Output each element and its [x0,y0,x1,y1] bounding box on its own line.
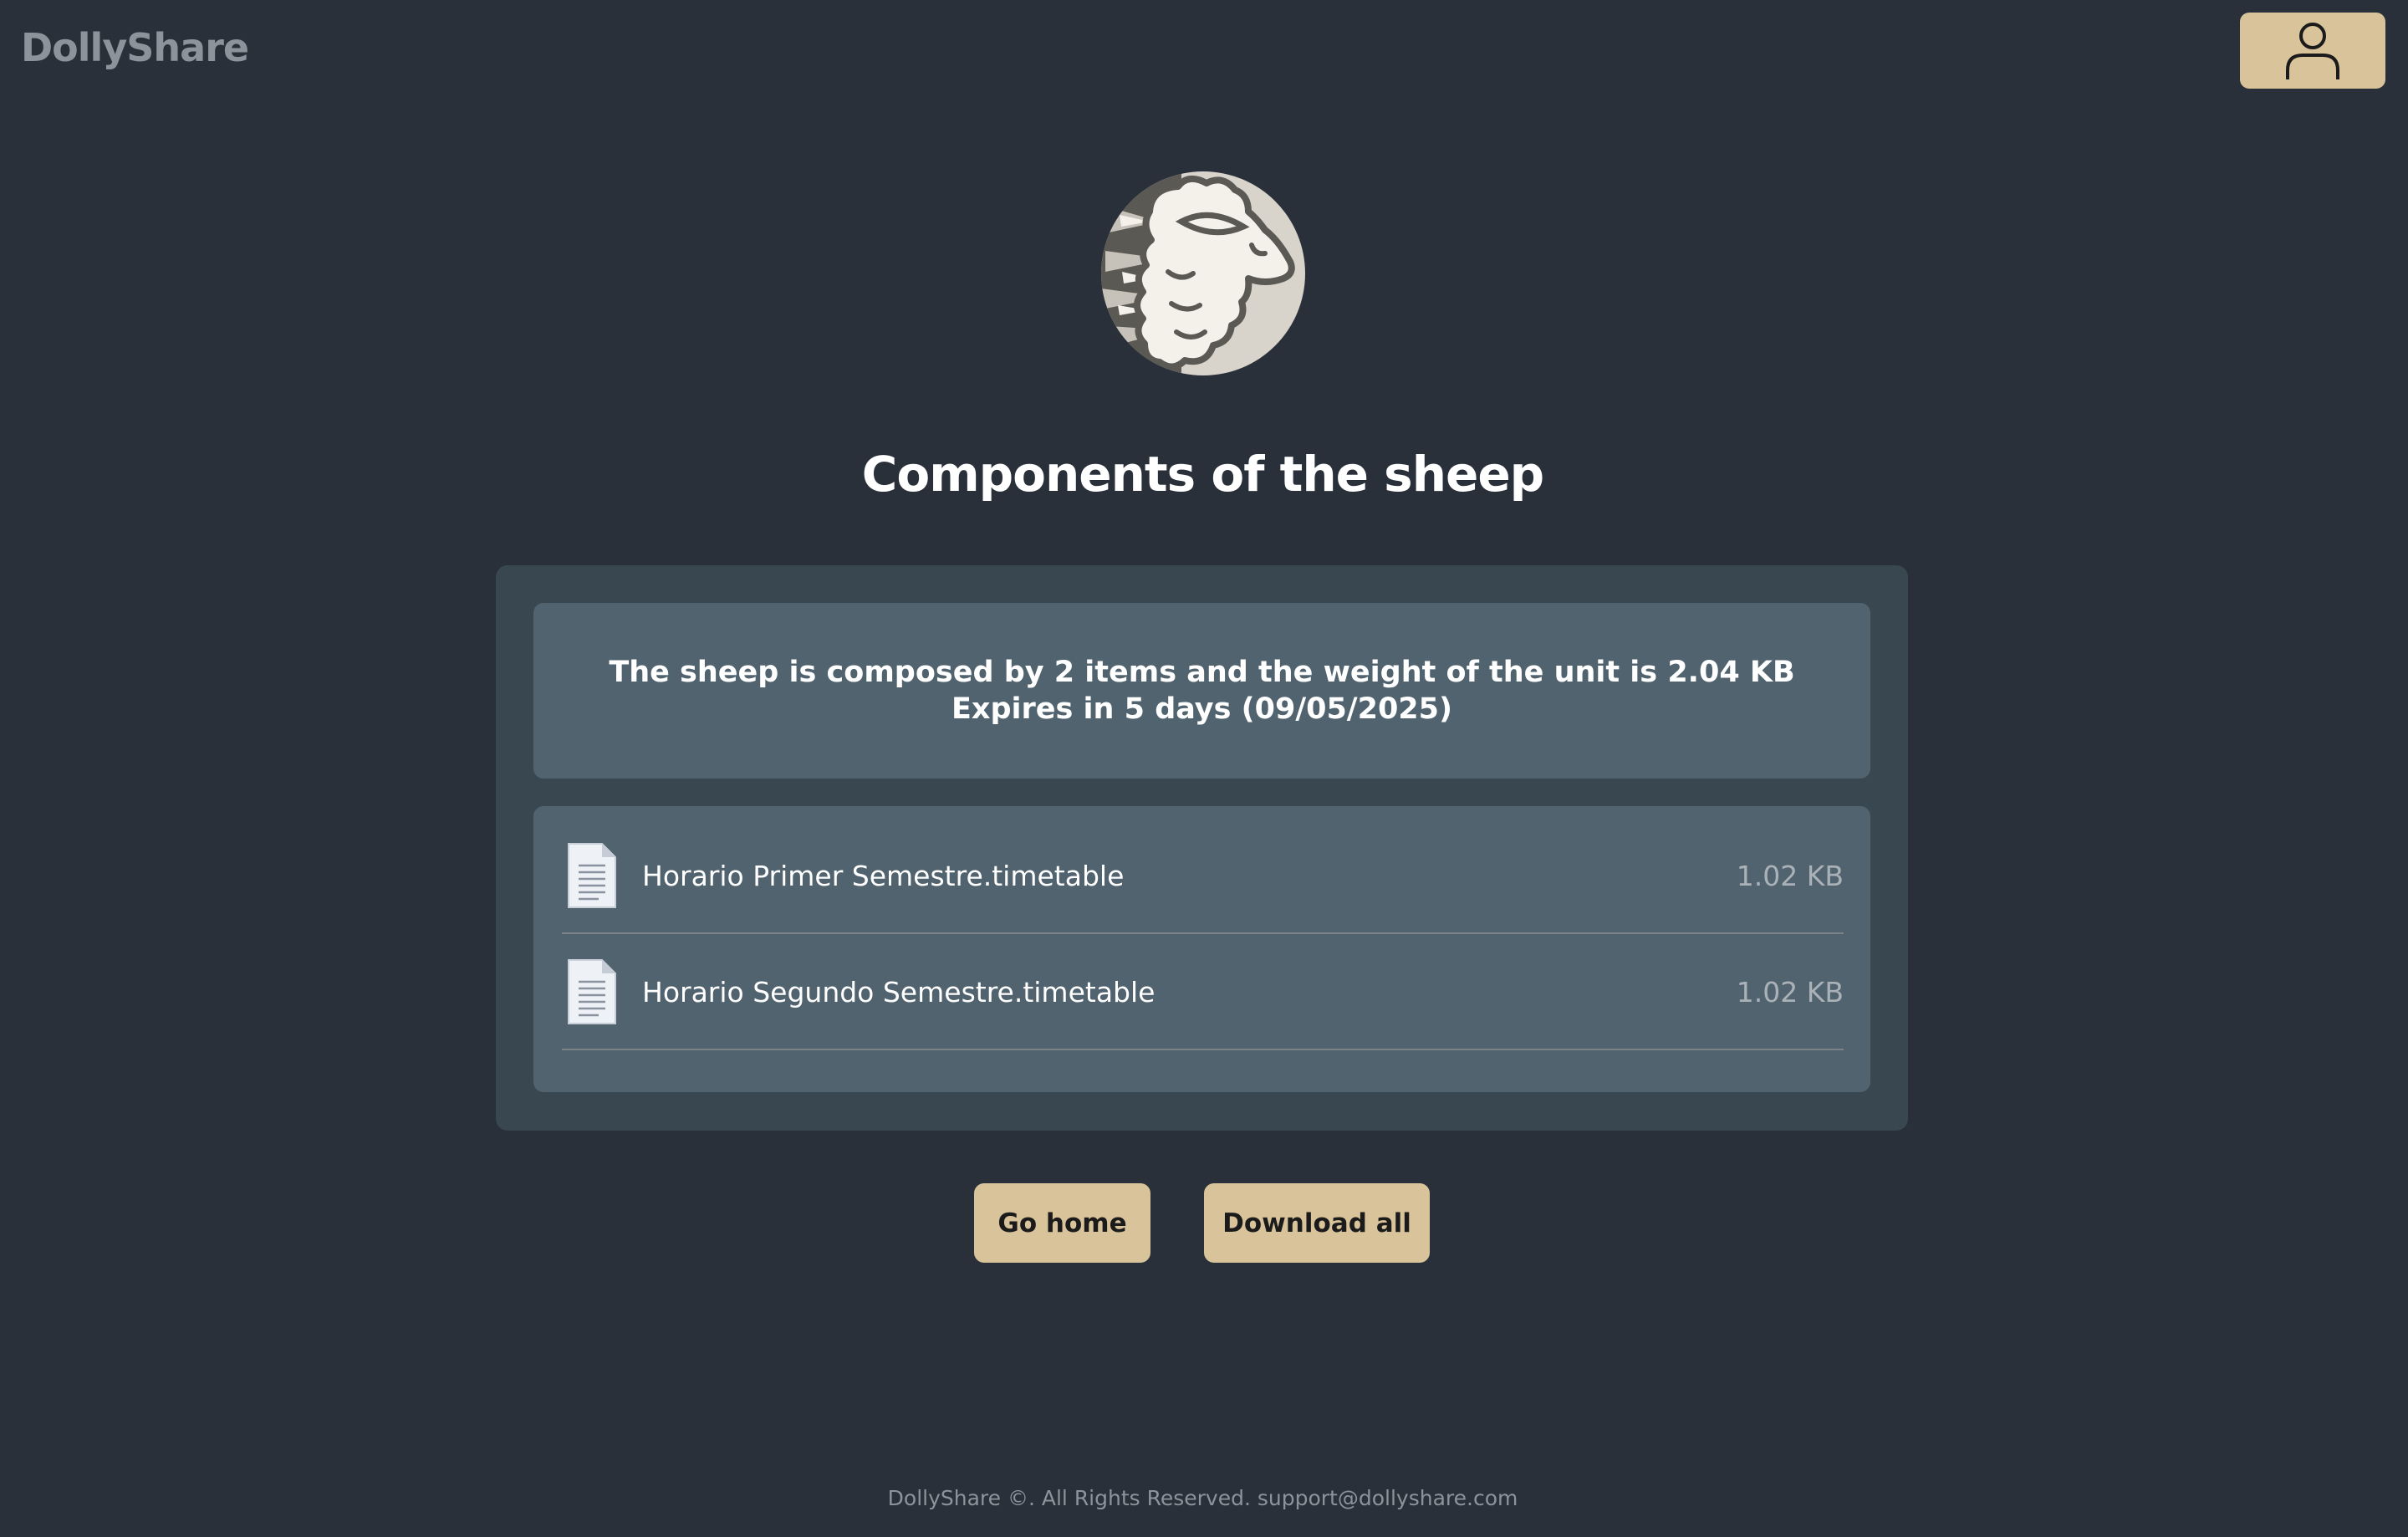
summary-card: The sheep is composed by 2 items and the… [533,603,1870,779]
footer-text: DollyShare ©. All Rights Reserved. suppo… [887,1486,1518,1510]
sheep-logo-icon [1101,171,1305,375]
go-home-button[interactable]: Go home [974,1183,1150,1263]
file-list: Horario Primer Semestre.timetable 1.02 K… [533,806,1870,1092]
file-list-item[interactable]: Horario Segundo Semestre.timetable 1.02 … [562,935,1844,1050]
file-name: Horario Primer Semestre.timetable [642,859,1125,892]
document-icon [568,959,616,1024]
app-logo-text[interactable]: DollyShare [21,25,249,70]
document-icon [568,843,616,908]
file-name: Horario Segundo Semestre.timetable [642,975,1156,1008]
file-size: 1.02 KB [1736,859,1844,892]
expiry-text: Expires in 5 days (09/05/2025) [951,692,1452,726]
download-all-button[interactable]: Download all [1204,1183,1430,1263]
page-title: Components of the sheep [861,446,1544,503]
summary-text: The sheep is composed by 2 items and the… [609,656,1795,689]
file-size: 1.02 KB [1736,975,1844,1008]
sheep-details-panel: The sheep is composed by 2 items and the… [496,565,1908,1131]
file-list-item[interactable]: Horario Primer Semestre.timetable 1.02 K… [562,819,1844,934]
user-account-button[interactable] [2240,13,2385,89]
user-icon [2286,22,2339,79]
